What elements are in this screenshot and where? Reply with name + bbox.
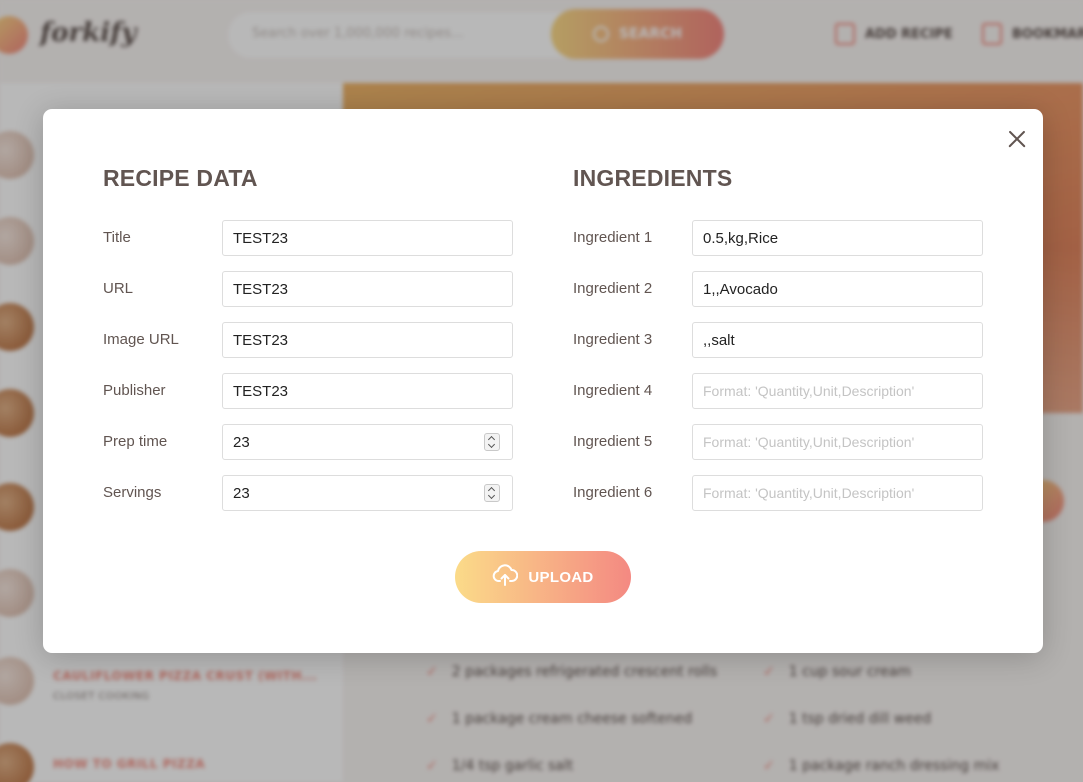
ingredient-3-label: Ingredient 3 [573,331,653,348]
ingredient-4-label: Ingredient 4 [573,382,653,399]
url-label: URL [103,280,134,297]
prep-time-label: Prep time [103,433,168,450]
ingredient-5-input[interactable] [692,424,983,460]
ingredient-2-label: Ingredient 2 [573,280,653,297]
url-input[interactable] [222,271,513,307]
title-input[interactable] [222,220,513,256]
prep-time-stepper-icon[interactable] [484,433,500,451]
ingredient-1-label: Ingredient 1 [573,229,653,246]
ingredient-4-input[interactable] [692,373,983,409]
ingredient-1-input[interactable] [692,220,983,256]
servings-input[interactable] [222,475,513,511]
ingredients-heading: INGREDIENTS [573,165,733,191]
servings-label: Servings [103,484,162,501]
recipe-data-heading: RECIPE DATA [103,165,258,191]
close-icon[interactable] [1004,126,1030,152]
publisher-input[interactable] [222,373,513,409]
title-label: Title [103,229,131,246]
ingredient-6-label: Ingredient 6 [573,484,653,501]
add-recipe-modal: RECIPE DATA INGREDIENTS Title URL Image … [43,109,1043,653]
ingredient-6-input[interactable] [692,475,983,511]
upload-button[interactable]: UPLOAD [455,551,631,603]
ingredient-2-input[interactable] [692,271,983,307]
ingredient-5-label: Ingredient 5 [573,433,653,450]
cloud-upload-icon [492,564,519,590]
upload-button-label: UPLOAD [528,568,594,586]
image-url-label: Image URL [103,331,179,348]
ingredient-3-input[interactable] [692,322,983,358]
prep-time-input[interactable] [222,424,513,460]
image-url-input[interactable] [222,322,513,358]
servings-stepper-icon[interactable] [484,484,500,502]
publisher-label: Publisher [103,382,166,399]
